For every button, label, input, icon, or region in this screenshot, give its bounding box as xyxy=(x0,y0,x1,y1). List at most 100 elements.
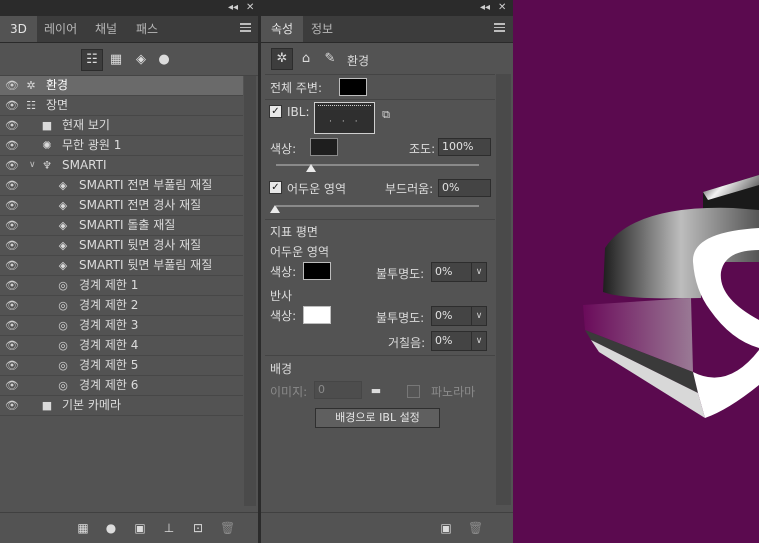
softness-slider-thumb[interactable] xyxy=(270,205,280,213)
softness-slider-track[interactable] xyxy=(276,205,479,207)
scene-item-material[interactable]: 👁 ◈ SMARTI 뒷면 경사 재질 xyxy=(0,236,243,256)
scene-item-constraint[interactable]: 👁 ◎ 경계 제한 1 xyxy=(0,276,243,296)
tab-channels[interactable]: 채널 xyxy=(85,16,127,42)
scene-item-infinite-light[interactable]: 👁 ✺ 무한 광원 1 xyxy=(0,136,243,156)
close-icon[interactable]: ✕ xyxy=(246,1,254,15)
scene-item-environment[interactable]: 👁 ✲ 환경 xyxy=(0,76,243,96)
tab-layers[interactable]: 레이어 xyxy=(34,16,87,42)
visibility-eye-icon[interactable]: 👁 xyxy=(5,396,19,415)
ground-icon[interactable]: ⊥ xyxy=(162,521,176,535)
scene-item-mesh[interactable]: 👁 ∨ ♆ SMARTI xyxy=(0,156,243,176)
visibility-eye-icon[interactable]: 👁 xyxy=(5,96,19,115)
scene-item-material[interactable]: 👁 ◈ SMARTI 뒷면 부풀림 재질 xyxy=(0,256,243,276)
set-ibl-background-button[interactable]: 배경으로 IBL 설정 xyxy=(315,408,440,428)
visibility-eye-icon[interactable]: 👁 xyxy=(5,316,19,335)
scene-filter-icon[interactable]: ☷ xyxy=(81,49,103,71)
chevron-down-icon[interactable]: ∨ xyxy=(471,307,486,325)
trash-icon[interactable]: 🗑 xyxy=(220,521,235,535)
chevron-down-icon[interactable]: ∨ xyxy=(471,263,486,281)
visibility-eye-icon[interactable]: 👁 xyxy=(5,156,19,175)
scene-item-material[interactable]: 👁 ◈ SMARTI 전면 경사 재질 xyxy=(0,196,243,216)
reflection-opacity-dropdown[interactable]: 0% ∨ xyxy=(431,306,487,326)
ibl-texture-dots: ··· xyxy=(329,117,368,127)
close-icon[interactable]: ✕ xyxy=(498,1,506,15)
3d-canvas-preview[interactable] xyxy=(513,0,759,543)
left-panel-titlebar: ◂◂ ✕ xyxy=(0,0,258,16)
scene-item-current-view[interactable]: 👁 ■ 현재 보기 xyxy=(0,116,243,136)
scrollbar[interactable] xyxy=(244,76,256,506)
constraint-icon: ◎ xyxy=(58,359,68,372)
visibility-eye-icon[interactable]: 👁 xyxy=(5,136,19,155)
panel-menu-icon[interactable] xyxy=(240,23,251,32)
scrollbar[interactable] xyxy=(496,74,511,505)
scene-item-constraint[interactable]: 👁 ◎ 경계 제한 4 xyxy=(0,336,243,356)
brush-icon[interactable]: ✎ xyxy=(320,49,340,69)
render-icon[interactable]: ▣ xyxy=(133,521,147,535)
ground-opacity-dropdown[interactable]: 0% ∨ xyxy=(431,262,487,282)
scene-mode-icon[interactable]: ⌂ xyxy=(296,49,316,69)
intensity-input[interactable]: 100% xyxy=(438,138,491,156)
scene-item-constraint[interactable]: 👁 ◎ 경계 제한 2 xyxy=(0,296,243,316)
visibility-eye-icon[interactable]: 👁 xyxy=(5,216,19,235)
constraint-add-icon[interactable]: ⊡ xyxy=(191,521,205,535)
ibl-color-swatch[interactable] xyxy=(310,138,338,156)
visibility-eye-icon[interactable]: 👁 xyxy=(5,376,19,395)
scene-item-material[interactable]: 👁 ◈ SMARTI 돌출 재질 xyxy=(0,216,243,236)
tab-properties[interactable]: 속성 xyxy=(261,16,304,42)
global-ambient-swatch[interactable] xyxy=(339,78,367,96)
ibl-texture-preview[interactable]: ··· xyxy=(314,102,375,134)
folder-icon[interactable]: ▬ xyxy=(369,384,383,398)
chevron-down-icon[interactable]: ∨ xyxy=(471,332,486,350)
tab-3d[interactable]: 3D xyxy=(0,16,37,42)
ground-plane-title: 지표 평면 xyxy=(270,225,318,239)
visibility-eye-icon[interactable]: 👁 xyxy=(5,176,19,195)
shadows-checkbox[interactable]: ✓ xyxy=(269,181,282,194)
scene-item-constraint[interactable]: 👁 ◎ 경계 제한 5 xyxy=(0,356,243,376)
visibility-eye-icon[interactable]: 👁 xyxy=(5,276,19,295)
scene-item-scene[interactable]: 👁 ☷ 장면 xyxy=(0,96,243,116)
tab-paths[interactable]: 패스 xyxy=(126,16,168,42)
visibility-eye-icon[interactable]: 👁 xyxy=(5,356,19,375)
visibility-eye-icon[interactable]: 👁 xyxy=(5,256,19,275)
scene-item-constraint[interactable]: 👁 ◎ 경계 제한 3 xyxy=(0,316,243,336)
roughness-dropdown[interactable]: 0% ∨ xyxy=(431,331,487,351)
ground-color-swatch[interactable] xyxy=(303,262,331,280)
scene-item-label: 경계 제한 4 xyxy=(79,338,139,352)
panel-menu-icon[interactable] xyxy=(494,23,505,32)
intensity-slider-thumb[interactable] xyxy=(306,164,317,172)
scene-item-label: SMARTI 뒷면 경사 재질 xyxy=(79,238,202,252)
scene-item-default-camera[interactable]: 👁 ■ 기본 카메라 xyxy=(0,396,243,416)
environment-mode-icon[interactable]: ✲ xyxy=(271,48,293,70)
material-filter-icon[interactable]: ◈ xyxy=(131,50,151,70)
render-icon[interactable]: ▣ xyxy=(439,521,453,535)
ibl-checkbox[interactable]: ✓ xyxy=(269,105,282,118)
ground-shadows-label: 어두운 영역 xyxy=(270,245,330,259)
light-filter-icon[interactable]: ● xyxy=(154,50,174,70)
scene-item-material[interactable]: 👁 ◈ SMARTI 전면 부풀림 재질 xyxy=(0,176,243,196)
constraint-icon: ◎ xyxy=(58,379,68,392)
right-panel-titlebar: ◂◂ ✕ xyxy=(261,0,513,16)
add-light-icon[interactable]: ● xyxy=(104,521,118,535)
tab-info[interactable]: 정보 xyxy=(301,16,343,42)
mesh-filter-icon[interactable]: ▦ xyxy=(106,50,126,70)
visibility-eye-icon[interactable]: 👁 xyxy=(5,296,19,315)
visibility-eye-icon[interactable]: 👁 xyxy=(5,116,19,135)
scene-item-constraint[interactable]: 👁 ◎ 경계 제한 6 xyxy=(0,376,243,396)
collapse-icon[interactable]: ◂◂ xyxy=(228,1,238,15)
image-input[interactable]: 0 xyxy=(314,381,362,399)
constraint-icon: ◎ xyxy=(58,279,68,292)
trash-icon[interactable]: 🗑 xyxy=(468,521,483,535)
divider xyxy=(265,219,495,220)
visibility-eye-icon[interactable]: 👁 xyxy=(5,196,19,215)
panorama-checkbox[interactable] xyxy=(407,385,420,398)
material-icon: ◈ xyxy=(58,259,68,272)
collapse-icon[interactable]: ◂◂ xyxy=(480,1,490,15)
visibility-eye-icon[interactable]: 👁 xyxy=(5,76,19,95)
visibility-eye-icon[interactable]: 👁 xyxy=(5,336,19,355)
add-mesh-icon[interactable]: ▦ xyxy=(76,521,90,535)
expand-chevron-icon[interactable]: ∨ xyxy=(29,156,36,175)
edit-texture-icon[interactable]: ⧉ xyxy=(379,108,393,122)
reflection-color-swatch[interactable] xyxy=(303,306,331,324)
softness-input[interactable]: 0% xyxy=(438,179,491,197)
visibility-eye-icon[interactable]: 👁 xyxy=(5,236,19,255)
